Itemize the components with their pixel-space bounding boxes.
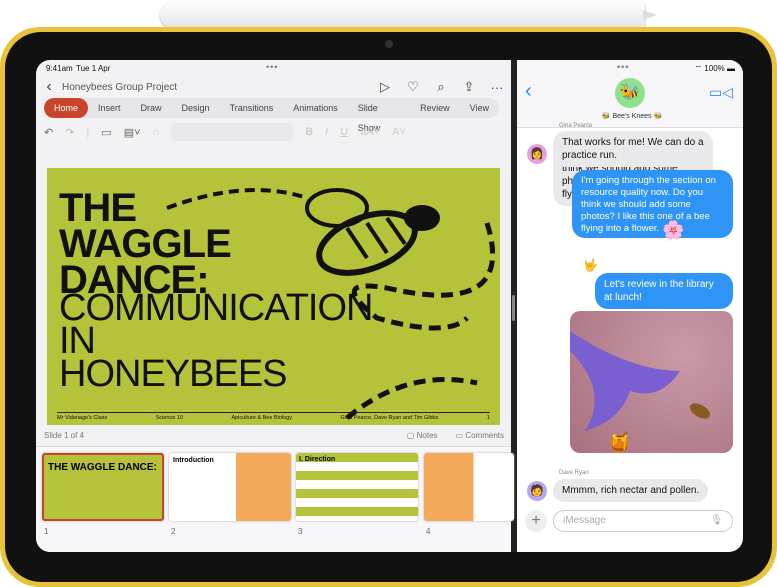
avatar: 👩 [527, 144, 547, 164]
document-title[interactable]: Honeybees Group Project [62, 82, 177, 93]
share-icon[interactable]: ⇪ [455, 79, 483, 95]
slide-canvas[interactable]: THE WAGGLE DANCE: COMMUNICATION IN HONEYBEES… [47, 168, 500, 425]
back-chevron-icon[interactable]: ‹ [525, 80, 532, 103]
microphone-icon[interactable]: 🎙 [710, 515, 723, 526]
tab-view[interactable]: View [460, 98, 499, 118]
comments-button[interactable]: ▭ Comments [456, 431, 504, 440]
search-icon[interactable]: ⌕ [427, 79, 455, 95]
message-bubble: That works for me! We can do a practice … [553, 131, 713, 167]
italic-icon[interactable]: I [325, 126, 328, 138]
multitasking-dots[interactable]: ••• [266, 62, 278, 72]
font-name-field[interactable] [171, 123, 294, 141]
slide-title-bold: THE WAGGLE DANCE: [59, 186, 232, 302]
bee-flower-photo[interactable] [570, 311, 733, 453]
undo-icon[interactable]: ↶ [44, 126, 53, 139]
messages-app: ••• ⌔ 100% ▬ ‹ 🐝 🐝 Bee's Knees 🐝 ▭◁ Gina… [517, 60, 743, 552]
flower-bee-image [570, 331, 710, 431]
lightbulb-icon[interactable]: ♡ [399, 79, 427, 95]
video-call-icon[interactable]: ▭◁ [709, 84, 733, 101]
thumbnail-number: 4 [426, 527, 431, 536]
message-bubble: Mmmm, rich nectar and pollen. [553, 479, 709, 502]
tab-slide-show[interactable]: Slide Show [348, 98, 410, 133]
new-slide-icon[interactable]: ▭ [101, 126, 111, 139]
thumbnail-1[interactable]: THE WAGGLE DANCE: [42, 453, 164, 521]
font-size-icon[interactable]: aA˅ [360, 126, 380, 138]
group-name[interactable]: 🐝 Bee's Knees 🐝 [567, 112, 697, 120]
sender-name: Dave Ryan [559, 470, 589, 476]
slide-footer: Mr Vidanage's Class Science 10 Apiculture … [57, 412, 490, 421]
play-icon[interactable]: ▷ [371, 79, 399, 95]
apple-pencil [160, 2, 657, 28]
message-bubble: Let's review in the library at lunch! [595, 273, 733, 309]
tab-review[interactable]: Review [410, 98, 460, 118]
redo-icon[interactable]: ↷ [65, 126, 74, 139]
slide-thumbnails: THE WAGGLE DANCE: Introduction I. Direct… [36, 446, 514, 552]
honey-sticker: 🍯 [607, 432, 632, 454]
slide-status-bar: Slide 1 of 4 ▢ Notes ▭ Comments [44, 431, 504, 440]
underline-icon[interactable]: U [340, 126, 348, 138]
format-painter-icon[interactable]: ⌂ [153, 126, 160, 138]
camera [385, 40, 393, 48]
slide-subtitle: COMMUNICATION IN HONEYBEES [59, 287, 373, 395]
font-color-icon[interactable]: A˅ [392, 126, 406, 138]
flower-reaction: 🌸 [662, 220, 685, 240]
message-input[interactable]: iMessage 🎙 [553, 510, 733, 532]
bold-icon[interactable]: B [305, 126, 313, 138]
tab-draw[interactable]: Draw [131, 98, 172, 118]
screen: 9:41am Tue 1 Apr ••• ‹ Honeybees Group P… [36, 60, 743, 552]
group-avatar[interactable]: 🐝 [615, 78, 645, 108]
status-date: Tue 1 Apr [76, 64, 111, 73]
ribbon-tabs: Home Insert Draw Design Transitions Anim… [44, 98, 499, 133]
status-battery: ⌔ 100% ▬ [694, 64, 735, 73]
notes-button[interactable]: ▢ Notes [407, 431, 438, 440]
tab-insert[interactable]: Insert [88, 98, 131, 118]
message-bubble: I'm going through the section on resourc… [572, 170, 733, 238]
conversation-header: ••• ⌔ 100% ▬ ‹ 🐝 🐝 Bee's Knees 🐝 ▭◁ [517, 60, 743, 128]
status-time: 9:41am [46, 64, 73, 73]
tab-animations[interactable]: Animations [283, 98, 348, 118]
layout-icon[interactable]: ▤˅ [124, 126, 141, 139]
more-icon[interactable]: ··· [483, 80, 511, 95]
back-chevron-icon[interactable]: ‹ [36, 78, 62, 96]
thumbnail-number: 1 [44, 527, 49, 536]
ribbon-toolbar: ↶ ↷ | ▭ ▤˅ ⌂ B I U aA˅ A˅ [44, 122, 504, 142]
tab-design[interactable]: Design [172, 98, 220, 118]
thumbnail-number: 3 [298, 527, 303, 536]
thumbnail-4[interactable] [424, 453, 514, 521]
multitasking-dots[interactable]: ••• [617, 62, 629, 72]
plus-icon[interactable]: + [525, 510, 547, 532]
thumbnail-3[interactable]: I. Direction [296, 453, 418, 521]
thumbnail-number: 2 [171, 527, 176, 536]
tab-transitions[interactable]: Transitions [220, 98, 284, 118]
split-view-divider[interactable] [512, 295, 515, 321]
thumbnail-2[interactable]: Introduction [169, 453, 291, 521]
sender-name: Gina Pearce [559, 123, 593, 129]
tab-home[interactable]: Home [44, 98, 89, 118]
powerpoint-app: 9:41am Tue 1 Apr ••• ‹ Honeybees Group P… [36, 60, 514, 552]
tapback: 🤟 [583, 258, 598, 272]
title-bar: ‹ Honeybees Group Project ▷ ♡ ⌕ ⇪ ··· [36, 76, 511, 98]
slide-counter: Slide 1 of 4 [44, 431, 85, 440]
avatar: 🧑 [527, 481, 547, 501]
